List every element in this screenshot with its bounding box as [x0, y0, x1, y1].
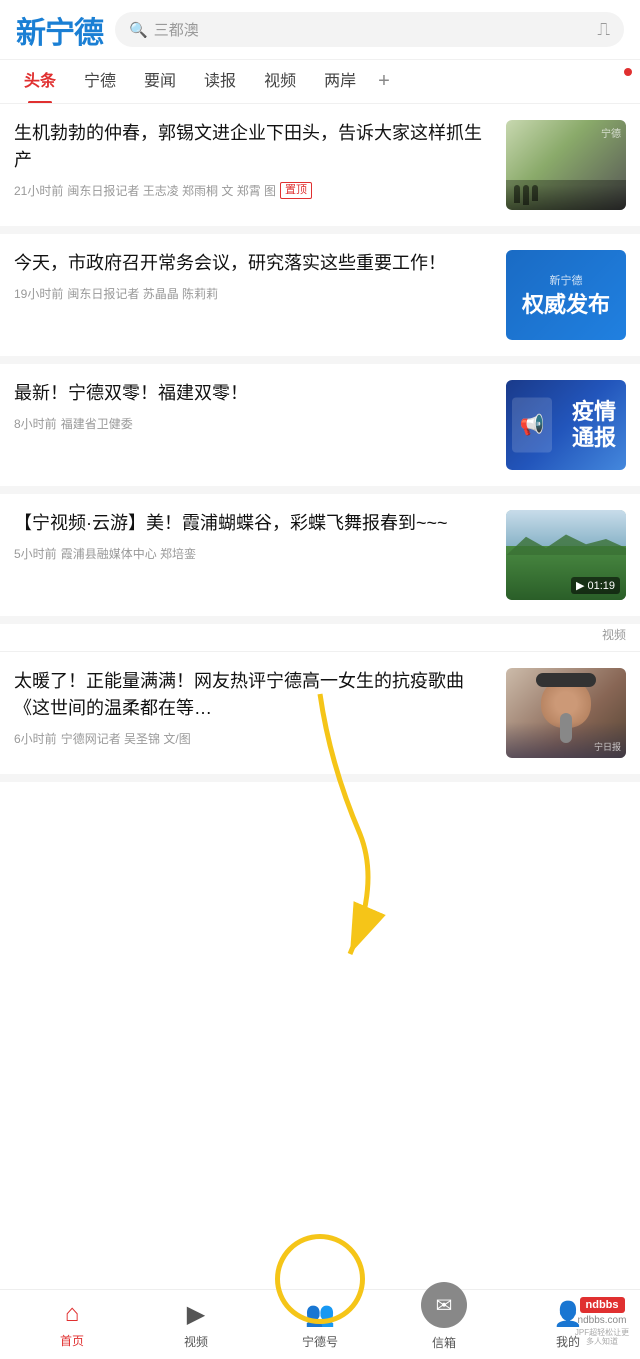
home-icon: ⌂ [65, 1300, 80, 1328]
epidemic-text-1: 疫情 [572, 399, 616, 425]
news-thumb-4: ▶ 01:19 [506, 510, 626, 600]
video-play-icon: ▶ [187, 1300, 205, 1329]
news-item-4[interactable]: 【宁视频·云游】美！霞浦蝴蝶谷，彩蝶飞舞报春到~~~ 5小时前 霞浦县融媒体中心… [0, 494, 640, 624]
news-item-5[interactable]: 太暖了！正能量满满！网友热评宁德高一女生的抗疫歌曲《这世间的温柔都在等… 6小时… [0, 652, 640, 782]
bottom-nav: ⌂ 首页 ▶ 视频 👥 宁德号 ✉ 信箱 👤 我的 [0, 1289, 640, 1359]
nav-inbox[interactable]: ✉ 信箱 [382, 1298, 506, 1351]
search-icon: 🔍 [129, 21, 148, 39]
tab-headlines[interactable]: 头条 [10, 60, 70, 104]
add-tab-button[interactable]: + [370, 70, 398, 93]
thumb-epidemic-image: 📢 疫情 通报 [506, 380, 626, 470]
tab-newspaper[interactable]: 读报 [190, 60, 250, 104]
thumb-valley-image: ▶ 01:19 [506, 510, 626, 600]
epidemic-megaphone-icon: 📢 [512, 398, 552, 453]
news-title-2: 今天，市政府召开常务会议，研究落实这些重要工作！ [14, 250, 494, 277]
thumb-girl-image: 宁日报 [506, 668, 626, 758]
nav-video[interactable]: ▶ 视频 [134, 1300, 258, 1350]
news-thumb-1: 宁德 [506, 120, 626, 210]
news-title-4: 【宁视频·云游】美！霞浦蝴蝶谷，彩蝶飞舞报春到~~~ [14, 510, 494, 537]
video-type-label: 视频 [602, 626, 626, 643]
news-content-2: 今天，市政府召开常务会议，研究落实这些重要工作！ 19小时前 闽东日报记者 苏晶… [14, 250, 494, 302]
news-time-4: 5小时前 [14, 545, 57, 562]
news-source-3: 福建省卫健委 [61, 415, 133, 432]
news-meta-5: 6小时前 宁德网记者 吴圣锦 文/图 [14, 730, 494, 747]
news-item-1[interactable]: 生机勃勃的仲春，郭锡文进企业下田头，告诉大家这样抓生产 21小时前 闽东日报记者… [0, 104, 640, 234]
news-time-5: 6小时前 [14, 730, 57, 747]
news-source-1: 闽东日报记者 王志凌 郑雨桐 文 郑霄 图 [67, 182, 276, 199]
news-thumb-2: 新宁德 权威发布 [506, 250, 626, 340]
tab-video[interactable]: 视频 [250, 60, 310, 104]
thumb-brand: 新宁德 [550, 272, 583, 288]
people-icon: 👥 [305, 1300, 335, 1329]
news-list: 生机勃勃的仲春，郭锡文进企业下田头，告诉大家这样抓生产 21小时前 闽东日报记者… [0, 104, 640, 862]
news-source-4: 霞浦县融媒体中心 郑培銮 [61, 545, 196, 562]
news-content-1: 生机勃勃的仲春，郭锡文进企业下田头，告诉大家这样抓生产 21小时前 闽东日报记者… [14, 120, 494, 199]
news-badge-1: 置顶 [280, 182, 312, 199]
watermark-text: ndbbs.com [578, 1315, 627, 1326]
nav-home-label: 首页 [60, 1332, 84, 1349]
watermark: ndbbs ndbbs.com JPF超轻松让更多人知道 [572, 1297, 632, 1347]
search-input[interactable]: 三都澳 [154, 19, 582, 40]
news-title-5: 太暖了！正能量满满！网友热评宁德高一女生的抗疫歌曲《这世间的温柔都在等… [14, 668, 494, 722]
nav-video-label: 视频 [184, 1333, 208, 1350]
news-meta-4: 5小时前 霞浦县融媒体中心 郑培銮 [14, 545, 494, 562]
nav-ningdehao-label: 宁德号 [302, 1333, 338, 1350]
news-item-2[interactable]: 今天，市政府召开常务会议，研究落实这些重要工作！ 19小时前 闽东日报记者 苏晶… [0, 234, 640, 364]
nav-ningdehao[interactable]: 👥 宁德号 [258, 1300, 382, 1350]
inbox-circle[interactable]: ✉ [421, 1282, 467, 1328]
news-content-4: 【宁视频·云游】美！霞浦蝴蝶谷，彩蝶飞舞报春到~~~ 5小时前 霞浦县融媒体中心… [14, 510, 494, 562]
header: 新宁德 🔍 三都澳 ⎍ [0, 0, 640, 60]
scan-icon[interactable]: ⎍ [597, 19, 610, 40]
notification-dot [624, 68, 632, 76]
tab-news[interactable]: 要闻 [130, 60, 190, 104]
news-title-3: 最新！宁德双零！福建双零！ [14, 380, 494, 407]
news-source-5: 宁德网记者 吴圣锦 文/图 [61, 730, 191, 747]
news-time-1: 21小时前 [14, 182, 63, 199]
nav-inbox-label: 信箱 [432, 1334, 456, 1351]
news-title-1: 生机勃勃的仲春，郭锡文进企业下田头，告诉大家这样抓生产 [14, 120, 494, 174]
news-time-3: 8小时前 [14, 415, 57, 432]
nav-tabs: 头条 宁德 要闻 读报 视频 两岸 + [0, 60, 640, 104]
news-time-2: 19小时前 [14, 285, 63, 302]
thumb-authority-text: 权威发布 [522, 292, 610, 318]
epidemic-text-2: 通报 [572, 425, 616, 451]
news-item-3[interactable]: 最新！宁德双零！福建双零！ 8小时前 福建省卫健委 📢 疫情 通报 [0, 364, 640, 494]
watermark-badge: ndbbs [580, 1297, 625, 1313]
inbox-icon: ✉ [436, 1293, 453, 1318]
play-icon: ▶ [576, 579, 584, 592]
news-thumb-5: 宁日报 [506, 668, 626, 758]
search-bar[interactable]: 🔍 三都澳 ⎍ [115, 12, 624, 47]
thumb-outdoor-image: 宁德 [506, 120, 626, 210]
news-meta-3: 8小时前 福建省卫健委 [14, 415, 494, 432]
news-meta-2: 19小时前 闽东日报记者 苏晶晶 陈莉莉 [14, 285, 494, 302]
nav-home[interactable]: ⌂ 首页 [10, 1300, 134, 1349]
news-thumb-3: 📢 疫情 通报 [506, 380, 626, 470]
tab-ningde[interactable]: 宁德 [70, 60, 130, 104]
thumb-authority-image: 新宁德 权威发布 [506, 250, 626, 340]
app-logo[interactable]: 新宁德 [16, 8, 103, 52]
news-meta-1: 21小时前 闽东日报记者 王志凌 郑雨桐 文 郑霄 图 置顶 [14, 182, 494, 199]
news-content-3: 最新！宁德双零！福建双零！ 8小时前 福建省卫健委 [14, 380, 494, 432]
video-duration: ▶ 01:19 [571, 577, 620, 594]
tab-cross-strait[interactable]: 两岸 [310, 60, 370, 104]
news-content-5: 太暖了！正能量满满！网友热评宁德高一女生的抗疫歌曲《这世间的温柔都在等… 6小时… [14, 668, 494, 747]
news-source-2: 闽东日报记者 苏晶晶 陈莉莉 [67, 285, 218, 302]
watermark-sub: JPF超轻松让更多人知道 [572, 1328, 632, 1347]
